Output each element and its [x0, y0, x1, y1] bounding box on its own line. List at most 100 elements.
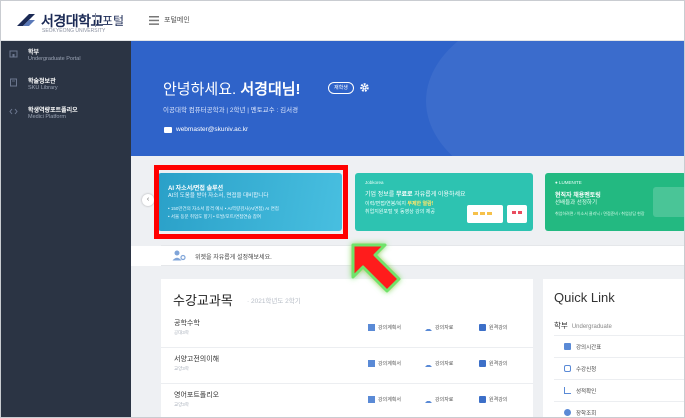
banner-illustration [467, 205, 503, 223]
sidebar-item-subtitle: SKU Library [28, 85, 58, 91]
banner-illustration [653, 187, 684, 217]
video-icon [479, 324, 486, 331]
user-name: 서경대님! [240, 81, 301, 98]
course-name[interactable]: 공학수학 [174, 318, 200, 328]
banner-illustration [507, 205, 527, 223]
course-name[interactable]: 영어포트폴리오 [174, 390, 219, 400]
gear-icon[interactable] [359, 82, 370, 93]
quick-link-label: 수강신청 [576, 367, 597, 373]
university-logo-icon[interactable] [15, 12, 37, 28]
syllabus-button[interactable]: 강의계획서 [368, 396, 401, 406]
department-info: 이공대학 컴퓨터공학과 | 2학년 | 멘토교수 : 김서경 [163, 107, 299, 114]
enroll-icon [564, 365, 571, 372]
online-lecture-button[interactable]: 원격강의 [479, 396, 507, 406]
greeting: 안녕하세요. 서경대님! [163, 78, 301, 99]
banner-detail-prefix: 이력/면접/연봉/복지 [365, 201, 406, 207]
video-icon [479, 396, 486, 403]
quick-link-item[interactable]: 수강신청 [554, 357, 684, 379]
sidebar-item-subtitle: Medici Platform [28, 114, 66, 120]
email-address[interactable]: webmaster@skuniv.ac.kr [176, 126, 248, 133]
course-code: 교양3학 [174, 366, 189, 371]
banner-mentoring[interactable]: ● LUMENITE 현직자 채용멘토링 선배들과 선정하기 취업하려면 / 이… [545, 173, 684, 231]
document-icon [368, 360, 375, 367]
course-name[interactable]: 서양고전의이해 [174, 354, 219, 364]
banner-ai-resume[interactable]: AI 자소서/면접 솔루션 AI의 도움을 받아 자소서, 면접을 대비합니다 … [158, 173, 342, 231]
materials-button[interactable]: 강의자료 [425, 396, 453, 406]
hero-decoration [426, 41, 684, 156]
document-icon [368, 396, 375, 403]
course-row: 공학수학 공대3학 강의계획서 강의자료 원격강의 [161, 312, 533, 348]
syllabus-button[interactable]: 강의계획서 [368, 360, 401, 370]
banner-subtitle: 선배들과 선정하기 [555, 200, 598, 206]
sidebar-item-undergraduate[interactable]: 학부 Undergraduate Portal [1, 44, 131, 68]
red-pointer-arrow-icon [351, 243, 401, 293]
banner-detail: 취업하려면 / 이소서 클리닉 / 면접준비 / 취업상담 현장 [555, 211, 645, 216]
online-lecture-button[interactable]: 원격강의 [479, 324, 507, 334]
quick-link-item[interactable]: 장학조회 [554, 401, 684, 417]
course-list-title: 수강교과목 [173, 293, 233, 308]
code-icon [9, 108, 18, 115]
banner-detail: • 서울 동문 취업도 향기 • 토발/포트/면접연습 참여 [168, 214, 262, 219]
syllabus-button[interactable]: 강의계획서 [368, 324, 401, 334]
banner-detail: 이력/면접/연봉/복지 무제한 열람! [365, 200, 433, 207]
download-icon [425, 360, 432, 367]
banner-detail: • 150만건의 자소서 합격 예시 • AI역량검사(AI면접) AI 면접 [168, 206, 279, 211]
top-header: 서경대학교 SEOKYEONG UNIVERSITY 포털 포털메인 [1, 1, 684, 41]
banner-jobkorea[interactable]: Jobkorea 기업 정보를 무료로 자유롭게 이용하세요 이력/면접/연봉/… [355, 173, 533, 231]
breadcrumb[interactable]: 포털메인 [164, 15, 190, 25]
quick-link-item[interactable]: 강의시간표 [554, 335, 684, 357]
logo-divider [95, 13, 96, 27]
banner-brand: Jobkorea [365, 180, 384, 185]
portal-window: 서경대학교 SEOKYEONG UNIVERSITY 포털 포털메인 학부 Un… [0, 0, 685, 418]
profile-hero: 안녕하세요. 서경대님! 재학생 이공대학 컴퓨터공학과 | 2학년 | 멘토교… [131, 41, 684, 156]
banner-title: 기업 정보를 무료로 자유롭게 이용하세요 [365, 189, 466, 198]
document-icon [368, 324, 375, 331]
course-row: 영어포트폴리오 교양3학 강의계획서 강의자료 원격강의 [161, 384, 533, 417]
course-code: 공대3학 [174, 330, 189, 335]
sidebar-item-library[interactable]: 학술정보관 SKU Library [1, 73, 131, 97]
quick-link-tab-label: 학부 [554, 321, 568, 330]
quick-link-tab-en: Undergraduate [571, 324, 612, 330]
timetable-icon [564, 343, 571, 350]
video-icon [479, 360, 486, 367]
building-icon [9, 50, 18, 58]
mail-icon [164, 127, 172, 133]
course-code: 교양3학 [174, 402, 189, 407]
sidebar-item-subtitle: Undergraduate Portal [28, 56, 81, 62]
user-settings-icon [172, 250, 186, 261]
materials-button[interactable]: 강의자료 [425, 360, 453, 370]
sidebar-item-title: 학부 [28, 50, 40, 56]
sidebar-item-title: 학생역량포트폴리오 [28, 108, 78, 114]
widget-settings-bar[interactable]: 위젯을 자유롭게 설정해보세요. [161, 245, 684, 266]
widget-notice-text: 위젯을 자유롭게 설정해보세요. [195, 255, 272, 261]
quick-link-tab[interactable]: 학부 Undergraduate [554, 320, 612, 331]
online-lecture-button[interactable]: 원격강의 [479, 360, 507, 370]
greeting-prefix: 안녕하세요. [163, 81, 237, 98]
scholarship-icon [564, 409, 571, 416]
download-icon [425, 396, 432, 403]
quick-link-label: 장학조회 [576, 411, 597, 417]
banner-title-suffix: 자유롭게 이용하세요 [414, 192, 466, 198]
logo-subtext: SEOKYEONG UNIVERSITY [42, 28, 106, 34]
banner-title-prefix: 기업 정보를 [365, 192, 395, 198]
quick-link-item[interactable]: 성적확인 [554, 379, 684, 401]
banner-brand: ● LUMENITE [555, 180, 582, 185]
course-row: 서양고전의이해 교양3학 강의계획서 강의자료 원격강의 [161, 348, 533, 384]
course-term: · 2021학년도 2학기 [247, 298, 301, 305]
sidebar: 학부 Undergraduate Portal 학술정보관 SKU Librar… [1, 41, 131, 417]
banner-subtitle: AI의 도움을 받아 자소서, 면접을 대비합니다 [168, 193, 269, 199]
carousel-prev-button[interactable]: ‹ [142, 194, 154, 206]
banner-title-bold: 무료로 [395, 192, 413, 198]
quick-link-panel: Quick Link 학부 Undergraduate 강의시간표 수강신청 성적… [543, 279, 684, 417]
materials-button[interactable]: 강의자료 [425, 324, 453, 334]
grade-chart-icon [564, 387, 571, 394]
portal-label[interactable]: 포털 [102, 12, 124, 29]
sidebar-item-title: 학술정보관 [28, 79, 56, 85]
menu-icon[interactable] [149, 16, 159, 25]
book-icon [10, 78, 17, 87]
banner-detail: 취업지원포털 및 동영상 강의 제공 [365, 209, 435, 215]
quick-link-label: 성적확인 [576, 389, 597, 395]
quick-link-title: Quick Link [554, 290, 615, 305]
sidebar-item-portfolio[interactable]: 학생역량포트폴리오 Medici Platform [1, 102, 131, 126]
quick-link-label: 강의시간표 [576, 345, 602, 351]
